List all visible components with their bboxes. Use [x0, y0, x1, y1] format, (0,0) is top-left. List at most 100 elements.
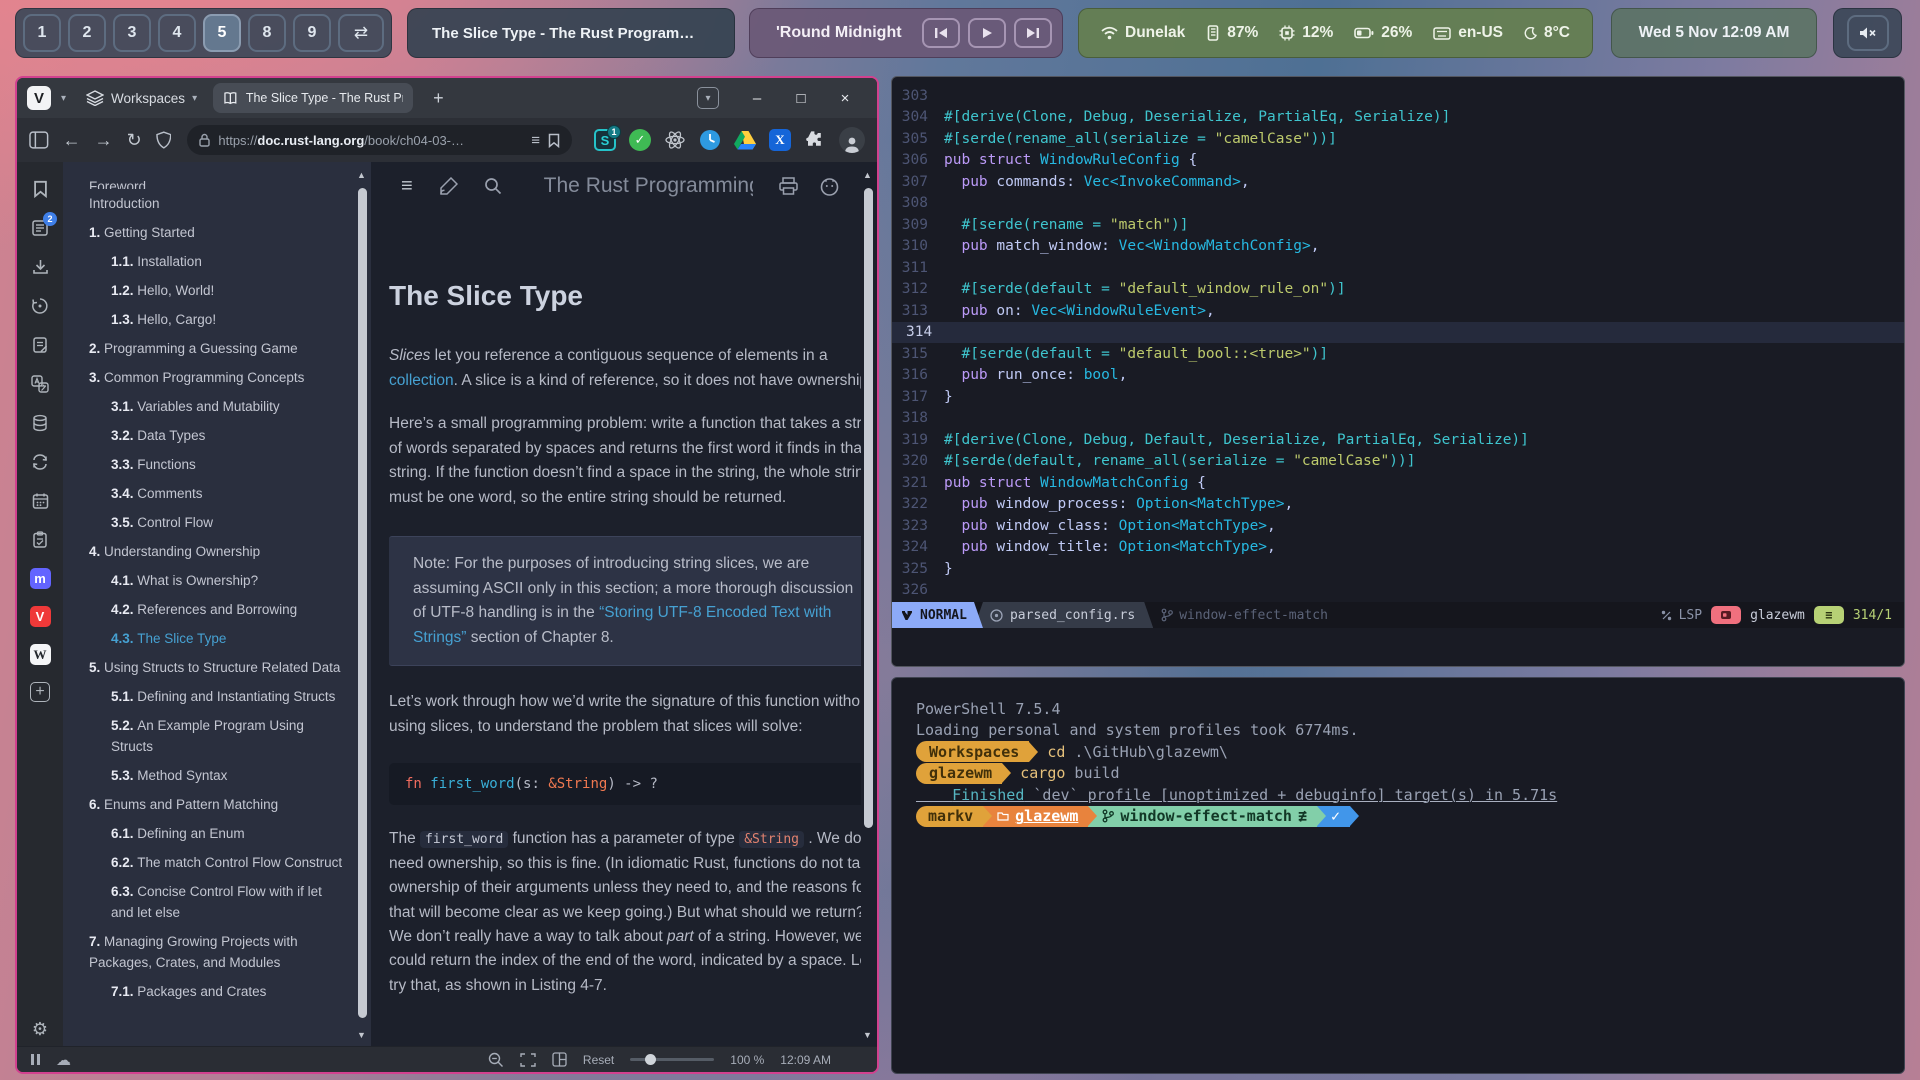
extension-atom-icon[interactable]	[664, 129, 686, 151]
toc-item[interactable]: 3.3. Functions	[89, 450, 345, 479]
minimize-button[interactable]: –	[735, 78, 779, 118]
content-scrollbar[interactable]: ▲ ▼	[861, 162, 877, 1046]
scroll-down-icon[interactable]: ▼	[863, 1030, 872, 1040]
cloud-sync-icon[interactable]: ☁	[56, 1051, 71, 1069]
code-line[interactable]: 313 pub on: Vec<WindowRuleEvent>,	[892, 300, 1904, 322]
workspace-button-5[interactable]: 5	[203, 14, 241, 52]
code-line[interactable]: 304#[derive(Clone, Debug, Deserialize, P…	[892, 107, 1904, 129]
sync-panel-icon[interactable]	[29, 451, 51, 473]
extension-clock-icon[interactable]	[699, 129, 721, 151]
x-app-icon[interactable]: X	[769, 129, 791, 151]
pause-blocker-icon[interactable]	[31, 1054, 40, 1065]
code-line[interactable]: 311	[892, 257, 1904, 279]
toc-item[interactable]: 3. Common Programming Concepts	[89, 363, 345, 392]
page-zoom-icon[interactable]	[488, 1052, 504, 1068]
toc-item[interactable]: Introduction	[89, 189, 345, 218]
code-line[interactable]: 312 #[serde(default = "default_window_ru…	[892, 279, 1904, 301]
panel-settings-gear-icon[interactable]: ⚙	[32, 1019, 48, 1040]
toc-item[interactable]: 5.3. Method Syntax	[89, 761, 345, 790]
volume-mute-button[interactable]	[1847, 15, 1889, 51]
media-previous-button[interactable]	[922, 18, 960, 48]
code-line[interactable]: 326	[892, 580, 1904, 602]
code-line[interactable]: 305#[serde(rename_all(serialize = "camel…	[892, 128, 1904, 150]
calendar-panel-icon[interactable]	[29, 490, 51, 512]
sidebar-toggle-icon[interactable]: ≡	[401, 176, 413, 196]
code-area[interactable]: 303304#[derive(Clone, Debug, Deserialize…	[892, 77, 1904, 601]
toc-item[interactable]: 4.3. The Slice Type	[89, 624, 345, 653]
zoom-slider[interactable]	[630, 1058, 714, 1061]
toc-item[interactable]: 5.1. Defining and Instantiating Structs	[89, 682, 345, 711]
code-line[interactable]: 321pub struct WindowMatchConfig {	[892, 472, 1904, 494]
code-line[interactable]: 303	[892, 85, 1904, 107]
toc-item[interactable]: 2. Programming a Guessing Game	[89, 334, 345, 363]
address-bar[interactable]: https://doc.rust-lang.org/book/ch04-03-……	[187, 125, 572, 155]
toc-item[interactable]: 5.2. An Example Program Using Structs	[89, 711, 345, 761]
maximize-button[interactable]: □	[779, 78, 823, 118]
forward-button[interactable]: →	[95, 131, 113, 149]
shield-icon[interactable]	[156, 131, 172, 149]
vivaldi-menu-button[interactable]: V	[27, 86, 51, 110]
browser-tab-active[interactable]: The Slice Type - The Rust Pr	[213, 83, 413, 113]
terminal-window[interactable]: PowerShell 7.5.4 Loading personal and sy…	[891, 677, 1905, 1074]
wikipedia-panel-icon[interactable]: W	[30, 644, 51, 665]
toc-item[interactable]: 6.2. The match Control Flow Construct	[89, 848, 345, 877]
code-line[interactable]: 316 pub run_once: bool,	[892, 365, 1904, 387]
mastodon-panel-icon[interactable]: m	[30, 568, 51, 589]
reading-list-panel-icon[interactable]: 2	[29, 217, 51, 239]
workspace-button-4[interactable]: 4	[158, 14, 196, 52]
back-button[interactable]: ←	[63, 131, 81, 149]
zoom-reset-button[interactable]: Reset	[583, 1053, 614, 1067]
code-line[interactable]: 318	[892, 408, 1904, 430]
drive-icon[interactable]	[734, 130, 756, 150]
workspace-button-9[interactable]: 9	[293, 14, 331, 52]
puzzle-icon[interactable]	[804, 129, 826, 151]
media-play-button[interactable]	[968, 18, 1006, 48]
zoom-slider-knob[interactable]	[645, 1054, 656, 1065]
github-icon[interactable]	[820, 177, 839, 196]
scroll-up-icon[interactable]: ▲	[863, 170, 872, 180]
toc-item[interactable]: Foreword	[89, 176, 345, 189]
code-line[interactable]: 306pub struct WindowRuleConfig {	[892, 150, 1904, 172]
close-button[interactable]: ×	[823, 78, 867, 118]
toc-item[interactable]: 6.3. Concise Control Flow with if let an…	[89, 877, 345, 927]
reader-view-icon[interactable]: ≡	[531, 132, 540, 149]
code-line[interactable]: 319#[derive(Clone, Debug, Default, Deser…	[892, 429, 1904, 451]
scroll-down-icon[interactable]: ▼	[357, 1030, 366, 1040]
history-panel-icon[interactable]	[29, 295, 51, 317]
translate-panel-icon[interactable]	[29, 373, 51, 395]
panel-toggle-icon[interactable]	[29, 131, 49, 149]
reload-button[interactable]: ↻	[127, 131, 142, 149]
code-line[interactable]: 315 #[serde(default = "default_bool::<tr…	[892, 343, 1904, 365]
code-line[interactable]: 309 #[serde(rename = "match")]	[892, 214, 1904, 236]
content-scrollbar-thumb[interactable]	[864, 188, 873, 828]
toc-scrollbar[interactable]: ▲ ▼	[355, 162, 371, 1046]
code-block[interactable]: fn first_word(s: &String) -> ?	[389, 763, 879, 805]
workspace-button-2[interactable]: 2	[68, 14, 106, 52]
toc-item[interactable]: 7.1. Packages and Crates	[89, 977, 345, 1006]
toc-item[interactable]: 1.2. Hello, World!	[89, 276, 345, 305]
code-line[interactable]: 323 pub window_class: Option<MatchType>,	[892, 515, 1904, 537]
workspace-swap-button[interactable]: ⇄	[338, 14, 384, 52]
toc-item[interactable]: 1.1. Installation	[89, 247, 345, 276]
bookmark-icon[interactable]	[548, 133, 560, 148]
toc-item[interactable]: 6. Enums and Pattern Matching	[89, 790, 345, 819]
workspace-button-8[interactable]: 8	[248, 14, 286, 52]
tasks-panel-icon[interactable]	[29, 529, 51, 551]
toc-item[interactable]: 3.5. Control Flow	[89, 508, 345, 537]
search-icon[interactable]	[484, 177, 502, 195]
code-line[interactable]: 324 pub window_title: Option<MatchType>,	[892, 537, 1904, 559]
toc-item[interactable]: 3.1. Variables and Mutability	[89, 392, 345, 421]
tiling-icon[interactable]	[552, 1052, 567, 1067]
toc-item[interactable]: 7. Managing Growing Projects with Packag…	[89, 927, 345, 977]
toc-item[interactable]: 4. Understanding Ownership	[89, 537, 345, 566]
workspace-button-1[interactable]: 1	[23, 14, 61, 52]
media-next-button[interactable]	[1014, 18, 1052, 48]
code-line[interactable]: 310 pub match_window: Vec<WindowMatchCon…	[892, 236, 1904, 258]
code-line[interactable]: 317}	[892, 386, 1904, 408]
toc-scrollbar-thumb[interactable]	[358, 188, 367, 1018]
code-line[interactable]: 320#[serde(default, rename_all(serialize…	[892, 451, 1904, 473]
feeds-panel-icon[interactable]	[29, 412, 51, 434]
tab-stack-toggle[interactable]: ▾	[697, 87, 719, 109]
workspace-button-3[interactable]: 3	[113, 14, 151, 52]
toc-item[interactable]: 3.2. Data Types	[89, 421, 345, 450]
